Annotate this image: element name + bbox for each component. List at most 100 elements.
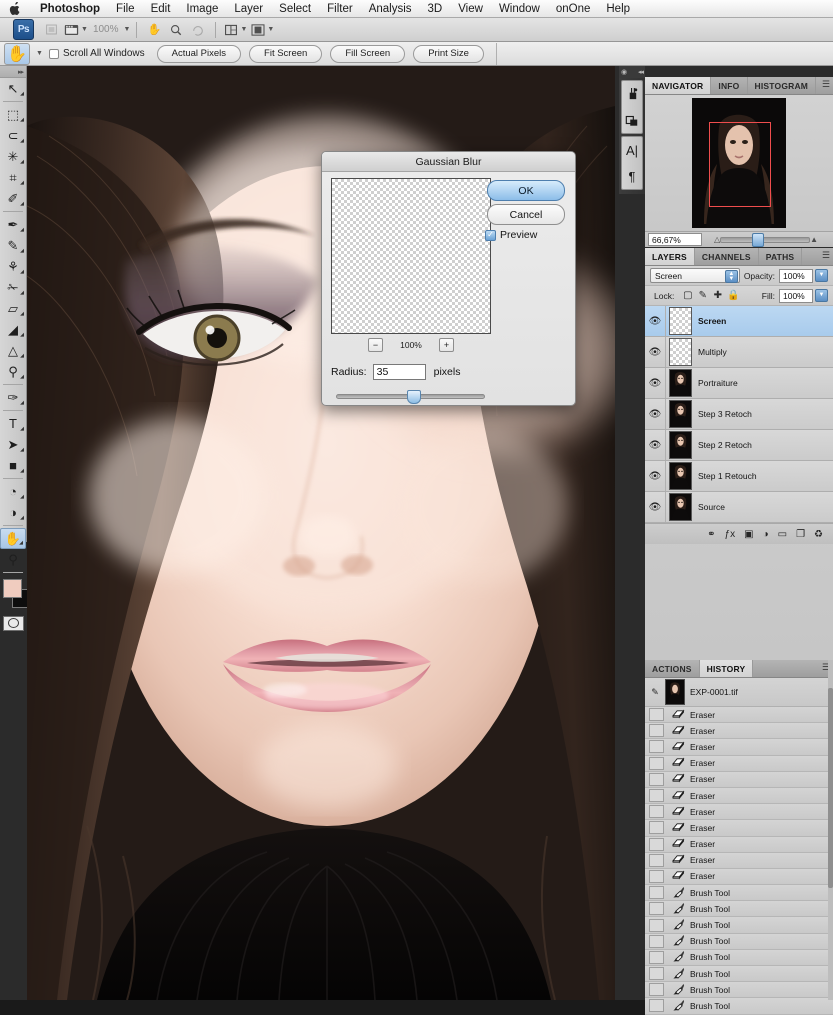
menu-item-onone[interactable]: onOne	[548, 0, 599, 18]
tab-channels[interactable]: CHANNELS	[695, 248, 759, 265]
history-state-row[interactable]: Eraser	[645, 787, 833, 805]
brush-panel-icon[interactable]	[622, 81, 642, 107]
history-state-row[interactable]: Brush Tool	[645, 901, 833, 918]
history-snapshot-toggle[interactable]	[649, 902, 664, 916]
pen-tool-icon[interactable]: ✑ ◢	[0, 387, 26, 408]
apple-logo-icon[interactable]	[8, 1, 22, 17]
history-state-row[interactable]: Brush Tool	[645, 949, 833, 966]
layer-visibility-eye-icon[interactable]: 👁	[645, 306, 666, 336]
menu-item-edit[interactable]: Edit	[143, 0, 179, 18]
menu-item-photoshop[interactable]: Photoshop	[32, 0, 108, 18]
lasso-tool-icon[interactable]: ⊂ ◢	[0, 125, 26, 146]
screen-mode-icon[interactable]: ▼	[251, 21, 274, 39]
history-snapshot-toggle[interactable]	[649, 967, 664, 981]
navigator-zoom-field[interactable]: 66,67%	[648, 233, 702, 246]
dodge-tool-icon[interactable]: ⚲ ◢	[0, 361, 26, 382]
blur-tool-icon[interactable]: △ ◢	[0, 340, 26, 361]
history-brush-tool-icon[interactable]: ✁ ◢	[0, 277, 26, 298]
snapshot-source-icon[interactable]: ✎	[645, 687, 665, 698]
history-snapshot-toggle[interactable]	[649, 918, 664, 932]
clone-stamp-tool-icon[interactable]: ⚘ ◢	[0, 256, 26, 277]
layer-row[interactable]: 👁 Source	[645, 492, 833, 523]
lock-image-pixels-icon[interactable]: ✎	[697, 290, 708, 301]
gradient-tool-icon[interactable]: ◢ ◢	[0, 319, 26, 340]
expand-panels-icon[interactable]: ◂◂	[638, 68, 644, 76]
history-snapshot-toggle[interactable]	[649, 837, 664, 851]
layer-row[interactable]: 👁 Step 3 Retoch	[645, 399, 833, 430]
history-state-row[interactable]: Eraser	[645, 804, 833, 821]
horizontal-type-tool-icon[interactable]: T ◢	[0, 413, 26, 434]
adjustment-layer-icon[interactable]: ◑	[763, 529, 769, 540]
rectangle-tool-icon[interactable]: ■ ◢	[0, 455, 26, 476]
tab-paths[interactable]: PATHS	[759, 248, 803, 265]
new-group-icon[interactable]: ▭	[778, 529, 787, 540]
chevron-down-icon[interactable]: ▼	[36, 50, 43, 57]
layer-row[interactable]: 👁 Multiply	[645, 337, 833, 368]
preview-checkbox[interactable]: ✓ Preview	[485, 228, 565, 242]
zoom-in-button[interactable]: +	[439, 337, 454, 352]
radius-slider[interactable]	[336, 390, 485, 404]
blend-mode-select[interactable]: Screen ▲ ▼	[650, 268, 740, 283]
history-state-row[interactable]: Eraser	[645, 836, 833, 853]
zoom-out-button[interactable]: −	[368, 337, 383, 352]
dock-header[interactable]: ◉ ◂◂	[619, 66, 645, 78]
layer-row[interactable]: 👁 Portraiture	[645, 368, 833, 399]
history-state-row[interactable]: Brush Tool	[645, 917, 833, 934]
3d-rotate-tool-icon[interactable]: ◔ ◢	[0, 481, 26, 502]
history-snapshot-row[interactable]: ✎ EXP-0001.tif	[645, 678, 833, 707]
history-state-row[interactable]: Eraser	[645, 820, 833, 837]
arrange-documents-icon[interactable]: ▼	[224, 21, 247, 39]
link-layers-icon[interactable]: ⚭	[707, 529, 715, 540]
history-state-row[interactable]: Eraser	[645, 852, 833, 869]
foreground-color-swatch[interactable]	[3, 579, 22, 598]
layer-row[interactable]: 👁 Step 2 Retoch	[645, 430, 833, 461]
hand-icon[interactable]: ✋	[145, 21, 163, 39]
history-state-row[interactable]: Eraser	[645, 707, 833, 724]
zoom-level-display[interactable]: 100%	[90, 24, 122, 35]
layer-visibility-eye-icon[interactable]: 👁	[645, 461, 666, 491]
layer-visibility-eye-icon[interactable]: 👁	[645, 430, 666, 460]
layer-visibility-eye-icon[interactable]: 👁	[645, 492, 666, 522]
large-mountain-icon[interactable]: ▲	[810, 235, 818, 244]
history-snapshot-toggle[interactable]	[649, 886, 664, 900]
ok-button[interactable]: OK	[487, 180, 565, 201]
clone-source-panel-icon[interactable]	[622, 107, 642, 133]
history-snapshot-toggle[interactable]	[649, 934, 664, 948]
navigator-preview[interactable]	[645, 95, 833, 231]
menu-item-3d[interactable]: 3D	[420, 0, 451, 18]
history-snapshot-toggle[interactable]	[649, 950, 664, 964]
chevron-down-icon[interactable]: ▼	[124, 26, 131, 33]
history-snapshot-toggle[interactable]	[649, 869, 664, 883]
history-snapshot-toggle[interactable]	[649, 805, 664, 819]
history-scrollbar[interactable]	[828, 660, 833, 1000]
hand-tool-icon[interactable]: ✋	[4, 42, 30, 65]
history-state-row[interactable]: Eraser	[645, 723, 833, 740]
tab-layers[interactable]: LAYERS	[645, 248, 695, 265]
history-snapshot-toggle[interactable]	[649, 821, 664, 835]
dialog-title-bar[interactable]: Gaussian Blur	[322, 152, 575, 172]
brush-tool-icon[interactable]: ✎ ◢	[0, 235, 26, 256]
paragraph-panel-icon[interactable]: ¶	[622, 163, 642, 189]
fill-stepper[interactable]: ▼	[815, 289, 828, 302]
navigator-zoom-slider[interactable]: △ ▲	[706, 232, 826, 247]
zoom-tool-icon[interactable]: ⚲	[0, 549, 26, 570]
menu-item-help[interactable]: Help	[598, 0, 638, 18]
tab-actions[interactable]: ACTIONS	[645, 660, 700, 677]
history-state-row[interactable]: Eraser	[645, 755, 833, 772]
new-layer-icon[interactable]: ❐	[796, 529, 805, 540]
quick-mask-icon[interactable]	[0, 614, 26, 632]
fill-screen-button[interactable]: Fill Screen	[330, 44, 406, 63]
scrollbar-thumb[interactable]	[828, 688, 833, 888]
3d-orbit-tool-icon[interactable]: ◑ ◢	[0, 502, 26, 523]
history-snapshot-toggle[interactable]	[649, 983, 664, 997]
history-state-row[interactable]: Brush Tool	[645, 885, 833, 902]
layer-style-icon[interactable]: ƒx	[725, 529, 736, 540]
layer-visibility-eye-icon[interactable]: 👁	[645, 368, 666, 398]
menu-item-view[interactable]: View	[450, 0, 491, 18]
eraser-tool-icon[interactable]: ▱ ◢	[0, 298, 26, 319]
actual-pixels-button[interactable]: Actual Pixels	[156, 44, 242, 63]
lock-all-icon[interactable]: 🔒	[727, 290, 739, 301]
history-state-row[interactable]: Brush Tool	[645, 998, 833, 1015]
move-tool-icon[interactable]: ↖ ◢	[0, 78, 26, 99]
history-snapshot-toggle[interactable]	[649, 756, 664, 770]
